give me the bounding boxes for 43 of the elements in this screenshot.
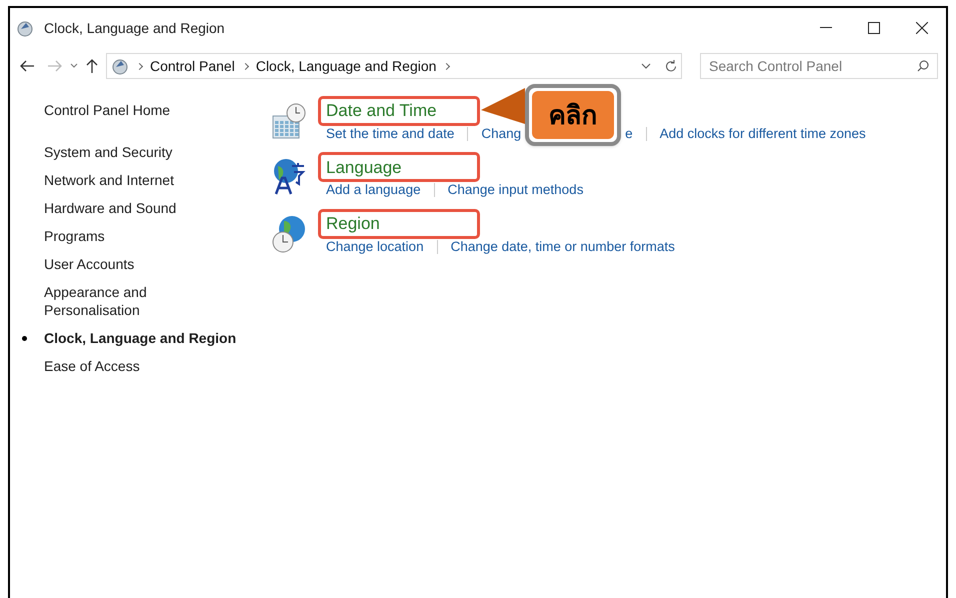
search-input[interactable]: Search Control Panel	[709, 56, 917, 76]
maximize-icon	[868, 22, 880, 34]
refresh-icon[interactable]	[665, 60, 677, 72]
sidebar-item[interactable]: Clock, Language and Region	[44, 324, 244, 352]
sidebar-item[interactable]: System and Security	[44, 138, 244, 166]
task-link[interactable]: Change input methods	[448, 180, 584, 200]
task-link[interactable]: Add a language	[326, 180, 421, 200]
chevron-down-icon[interactable]	[70, 63, 78, 69]
task-link[interactable]: Add clocks for different time zones	[660, 124, 866, 144]
sidebar-item[interactable]: Programs	[44, 222, 244, 250]
control-panel-icon	[111, 57, 129, 75]
category-title-link[interactable]: Date and Time	[326, 98, 437, 124]
breadcrumb-item[interactable]: Control Panel	[150, 56, 235, 76]
sidebar-item[interactable]: Hardware and Sound	[44, 194, 244, 222]
back-arrow-icon[interactable]	[20, 60, 34, 72]
task-link[interactable]: e	[625, 124, 633, 144]
globe-language-icon	[272, 158, 306, 196]
sidebar-item[interactable]: Appearance and Personalisation	[44, 278, 244, 324]
task-link[interactable]: Set the time and date	[326, 124, 454, 144]
sidebar-item[interactable]: Network and Internet	[44, 166, 244, 194]
task-link[interactable]: Chang	[481, 124, 522, 144]
bullet-icon	[22, 336, 27, 341]
search-field[interactable]: Search Control Panel	[700, 53, 938, 79]
sidebar-item[interactable]: Ease of Access	[44, 352, 244, 380]
breadcrumb-item[interactable]: Clock, Language and Region	[256, 56, 436, 76]
callout-text: คลิก	[548, 98, 598, 132]
window-title: Clock, Language and Region	[44, 18, 225, 38]
chevron-down-icon[interactable]	[641, 63, 651, 69]
task-link[interactable]: Change location	[326, 236, 424, 257]
calendar-clock-icon	[272, 102, 306, 140]
sidebar-item[interactable]: User Accounts	[44, 250, 244, 278]
address-bar[interactable]: Control Panel Clock, Language and Region	[106, 53, 682, 79]
sidebar-link[interactable]: Control Panel Home	[44, 100, 272, 120]
category-title-link[interactable]: Region	[326, 210, 380, 236]
up-arrow-icon[interactable]	[86, 59, 98, 73]
globe-clock-icon	[272, 214, 306, 252]
search-icon	[917, 60, 929, 72]
close-icon	[916, 22, 928, 34]
category-title-link[interactable]: Language	[326, 154, 402, 180]
callout-arrow	[481, 88, 526, 124]
task-link[interactable]: Change date, time or number formats	[450, 236, 675, 257]
control-panel-icon	[16, 19, 34, 37]
minimize-icon	[820, 27, 832, 29]
